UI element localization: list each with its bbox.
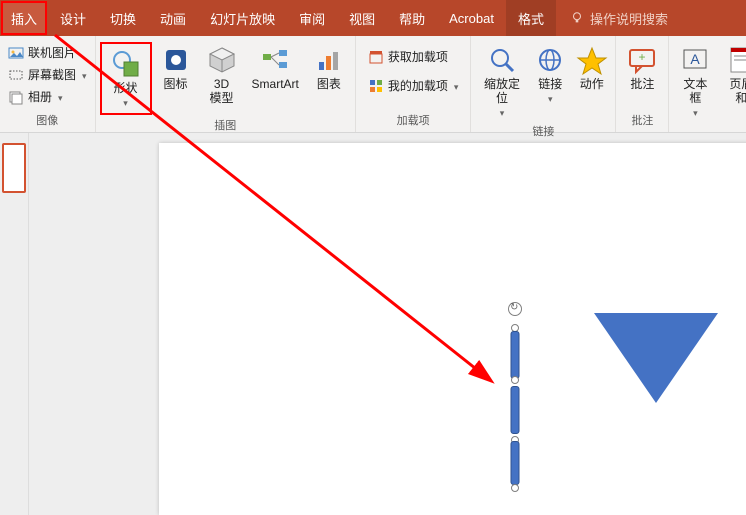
slide-thumbnail-1[interactable] [2,143,26,193]
textbox-icon: A [679,44,711,76]
my-addins-label: 我的加载项 [388,77,448,94]
screenshot-icon [8,67,24,83]
shape-segment [511,386,520,434]
workspace [0,133,746,515]
zoom-label: 缩放定位 [481,78,522,106]
smartart-button[interactable]: SmartArt [246,42,305,94]
album-label: 相册 [28,88,52,105]
tab-insert[interactable]: 插入 [1,1,47,35]
chart-icon [313,44,345,76]
group-images: 联机图片 屏幕截图 相册 图像 [0,36,96,132]
lightbulb-icon [570,11,584,25]
online-pictures-icon [8,45,24,61]
ribbon: 联机图片 屏幕截图 相册 图像 [0,36,746,133]
smartart-icon [259,44,291,76]
comment-icon: + [626,44,658,76]
icons-label: 图标 [164,78,188,92]
screenshot-label: 屏幕截图 [28,66,76,83]
3d-models-label: 3D 模型 [210,78,234,106]
chart-label: 图表 [317,78,341,92]
shape-segment [511,331,520,379]
zoom-button[interactable]: 缩放定位 [475,42,528,121]
tab-slideshow[interactable]: 幻灯片放映 [198,0,287,36]
svg-text:+: + [639,50,646,64]
resize-handle[interactable] [511,376,519,384]
action-button[interactable]: 动作 [572,42,611,94]
get-addins-label: 获取加载项 [388,48,448,65]
action-label: 动作 [580,78,604,92]
addins-icon [368,78,384,94]
cube-icon [206,44,238,76]
group-text: A 文本框 页眉和 [669,36,746,132]
action-icon [576,44,608,76]
tab-format[interactable]: 格式 [506,0,556,36]
group-images-label: 图像 [36,110,58,132]
shapes-button[interactable]: 形状 [100,42,152,115]
header-footer-button[interactable]: 页眉和 [719,42,746,108]
tell-me-search[interactable]: 操作说明搜索 [556,0,682,36]
ribbon-tabs: 插入 设计 切换 动画 幻灯片放映 审阅 视图 帮助 Acrobat 格式 操作… [0,0,746,36]
slide[interactable] [159,143,746,515]
group-links: 缩放定位 链接 动作 链接 [471,36,616,132]
tab-review[interactable]: 审阅 [287,0,337,36]
caret-down-icon [548,94,553,105]
resize-handle[interactable] [511,484,519,492]
selected-shape-segmented-line[interactable] [509,328,521,488]
caret-down-icon [452,79,459,93]
caret-down-icon [693,108,698,119]
tell-me-label: 操作说明搜索 [590,9,668,28]
zoom-icon [486,44,518,76]
group-comment: + 批注 批注 [616,36,669,132]
my-addins-button[interactable]: 我的加载项 [364,75,463,96]
icons-button[interactable]: 图标 [154,42,198,94]
album-icon [8,89,24,105]
slide-canvas-area [29,133,746,515]
3d-models-button[interactable]: 3D 模型 [200,42,244,108]
get-addins-button[interactable]: 获取加载项 [364,46,463,67]
tab-acrobat[interactable]: Acrobat [437,0,506,36]
tab-help[interactable]: 帮助 [387,0,437,36]
caret-down-icon [123,98,128,109]
slide-thumbnails-panel [0,133,29,515]
group-addins: 获取加载项 我的加载项 加载项 [356,36,472,132]
tab-transition[interactable]: 切换 [98,0,148,36]
tab-animation[interactable]: 动画 [148,0,198,36]
icons-icon [160,44,192,76]
comment-button[interactable]: + 批注 [620,42,664,94]
caret-down-icon [500,108,505,119]
svg-text:A: A [691,51,701,67]
triangle-shape[interactable] [594,313,718,403]
caret-down-icon [56,90,63,104]
link-button[interactable]: 链接 [531,42,570,107]
photo-album-button[interactable]: 相册 [4,86,91,107]
store-icon [368,49,384,65]
caret-down-icon [80,68,87,82]
textbox-button[interactable]: A 文本框 [673,42,717,121]
link-label: 链接 [538,78,562,92]
shapes-icon [110,48,142,80]
group-addins-label: 加载项 [397,110,430,132]
chart-button[interactable]: 图表 [307,42,351,94]
group-illustrations: 形状 图标 3D 模型 SmartArt 图表 插图 [96,36,356,132]
link-icon [534,44,566,76]
online-pictures-label: 联机图片 [28,44,76,61]
screenshot-button[interactable]: 屏幕截图 [4,64,91,85]
smartart-label: SmartArt [252,78,299,92]
shapes-label: 形状 [114,82,138,96]
group-comment-label: 批注 [631,110,653,132]
shape-segment [511,441,520,485]
comment-label: 批注 [630,78,654,92]
tab-view[interactable]: 视图 [337,0,387,36]
header-footer-icon [725,44,746,76]
tab-design[interactable]: 设计 [48,0,98,36]
online-pictures-button[interactable]: 联机图片 [4,42,91,63]
textbox-label: 文本框 [679,78,711,106]
rotate-handle-icon[interactable] [508,302,522,316]
header-footer-label: 页眉和 [725,78,746,106]
